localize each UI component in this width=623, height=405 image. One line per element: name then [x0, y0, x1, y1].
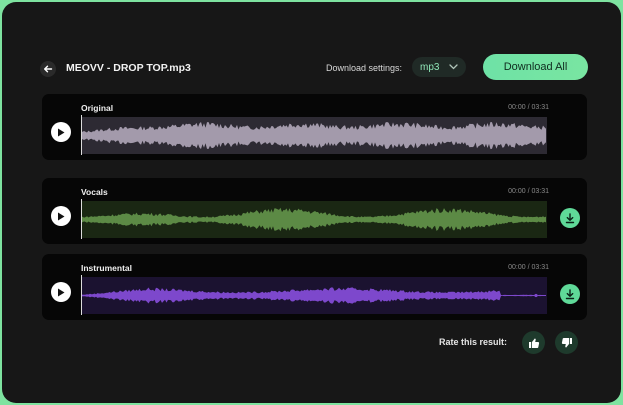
arrow-left-icon	[44, 65, 53, 73]
play-icon	[58, 128, 65, 136]
play-button[interactable]	[51, 122, 71, 142]
waveform[interactable]	[81, 277, 547, 314]
app-window: MEOVV - DROP TOP.mp3 Download settings: …	[2, 2, 621, 403]
track-time: 00:00 / 03:31	[508, 264, 549, 271]
play-icon	[58, 212, 65, 220]
waveform[interactable]	[81, 117, 547, 154]
track-label: Instrumental	[81, 263, 133, 273]
download-icon	[565, 288, 575, 299]
playhead[interactable]	[81, 115, 82, 155]
thumbs-down-icon	[561, 337, 572, 347]
track-card-instrumental: Instrumental 00:00 / 03:31	[42, 254, 587, 320]
download-button[interactable]	[560, 208, 580, 228]
download-all-button[interactable]: Download All	[483, 54, 588, 80]
play-icon	[58, 288, 65, 296]
rate-label: Rate this result:	[439, 337, 508, 347]
playhead[interactable]	[81, 199, 82, 239]
waveform-end-marker	[534, 293, 538, 298]
track-card-vocals: Vocals 00:00 / 03:31	[42, 178, 587, 244]
thumbs-down-button[interactable]	[555, 331, 578, 354]
download-settings-label: Download settings:	[326, 63, 403, 73]
format-select[interactable]: mp3	[412, 57, 466, 77]
header-bar: MEOVV - DROP TOP.mp3 Download settings: …	[40, 54, 588, 83]
play-button[interactable]	[51, 206, 71, 226]
format-value: mp3	[420, 61, 440, 73]
track-card-original: Original 00:00 / 03:31	[42, 94, 587, 160]
thumbs-up-icon	[528, 338, 539, 348]
thumbs-up-button[interactable]	[522, 331, 545, 354]
chevron-down-icon	[449, 64, 458, 70]
track-label: Original	[81, 103, 114, 113]
track-label: Vocals	[81, 187, 108, 197]
track-time: 00:00 / 03:31	[508, 104, 549, 111]
download-icon	[565, 212, 575, 223]
track-time: 00:00 / 03:31	[508, 188, 549, 195]
play-button[interactable]	[51, 282, 71, 302]
playhead[interactable]	[81, 275, 82, 315]
back-button[interactable]	[40, 61, 56, 77]
waveform[interactable]	[81, 201, 547, 238]
file-title: MEOVV - DROP TOP.mp3	[66, 62, 191, 74]
download-button[interactable]	[560, 284, 580, 304]
